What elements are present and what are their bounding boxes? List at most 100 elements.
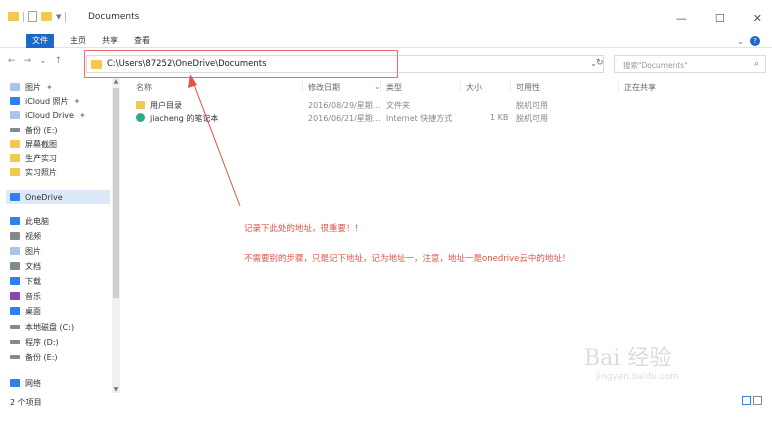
nav-item-music[interactable]: 音乐 [10, 289, 41, 303]
large-icons-view-icon[interactable] [753, 396, 762, 405]
maximize-button[interactable]: ☐ [715, 12, 725, 25]
nav-item-screenshots[interactable]: 屏幕截图 [10, 137, 57, 151]
icloud-drive-icon [10, 111, 20, 119]
computer-icon [10, 217, 20, 225]
nav-item-programs-d[interactable]: 程序 (D:) [10, 335, 59, 349]
file-name[interactable]: 用户目录 [150, 100, 182, 111]
help-icon[interactable]: ? [750, 36, 760, 46]
drive-icon [10, 340, 20, 344]
up-icon[interactable]: ↑ [55, 56, 63, 66]
status-bar: 2 个项目 [0, 395, 772, 409]
column-size[interactable]: 大小 [466, 82, 482, 93]
recent-locations-icon[interactable]: ⌄ [39, 56, 47, 66]
nav-item-local-disk-c[interactable]: 本地磁盘 (C:) [10, 320, 74, 334]
divider [510, 80, 511, 92]
folder-icon [10, 154, 20, 162]
close-button[interactable]: ✕ [753, 12, 762, 25]
view-buttons [742, 396, 762, 405]
forward-icon[interactable]: → [24, 56, 32, 66]
column-date-modified[interactable]: 修改日期 [308, 82, 340, 93]
scroll-down-icon[interactable]: ▼ [112, 386, 120, 393]
network-icon [10, 379, 20, 387]
file-size: 1 KB [490, 113, 509, 122]
nav-item-backup-e[interactable]: 备份 (E:) [10, 123, 58, 137]
ribbon-controls: ⌄ ? [737, 36, 760, 46]
document-icon [10, 262, 20, 270]
nav-item-internship[interactable]: 生产实习 [10, 151, 57, 165]
desktop-icon [10, 307, 20, 315]
picture-icon [10, 83, 20, 91]
file-row[interactable]: jiacheng 的笔记本 2016/06/21/星期... Internet … [124, 111, 744, 124]
annotation-line-2: 不需要别的步骤，只是记下地址，记为地址一，注意，地址一是onedrive云中的地… [244, 254, 571, 264]
nav-item-videos[interactable]: 视频 [10, 229, 41, 243]
annotation-line-1: 记录下此处的地址，很重要！！ [244, 224, 364, 234]
ribbon: 文件 主页 共享 查看 ⌄ ? [0, 32, 772, 48]
watermark: Bai 经验 jingyan.baidu.com [584, 340, 679, 382]
file-type: Internet 快捷方式 [386, 114, 453, 123]
pin-icon: ✦ [73, 96, 81, 106]
column-availability[interactable]: 可用性 [516, 82, 540, 93]
pin-icon: ✦ [78, 110, 86, 120]
nav-item-onedrive[interactable]: OneDrive [6, 190, 110, 204]
file-name[interactable]: jiacheng 的笔记本 [150, 113, 218, 124]
nav-item-downloads[interactable]: 下载 [10, 274, 41, 288]
scrollbar-thumb[interactable] [113, 88, 119, 298]
nav-item-pictures[interactable]: 图片 [10, 244, 41, 258]
column-sharing[interactable]: 正在共享 [624, 82, 656, 93]
drive-icon [10, 355, 20, 359]
column-headers: 名称 修改日期 ⌄ 类型 大小 可用性 正在共享 [124, 80, 766, 94]
nav-item-documents[interactable]: 文档 [10, 259, 41, 273]
scroll-up-icon[interactable]: ▲ [112, 78, 120, 85]
nav-item-desktop[interactable]: 桌面 [10, 304, 41, 318]
folder-icon [10, 168, 20, 176]
music-icon [10, 292, 20, 300]
nav-item-icloud-photos[interactable]: iCloud 照片 ✦ [10, 94, 80, 108]
folder-icon [136, 101, 145, 109]
window-title: Documents [88, 12, 140, 22]
tab-share[interactable]: 共享 [96, 34, 124, 48]
onedrive-icon [10, 193, 20, 201]
icloud-photos-icon [10, 97, 20, 105]
column-type[interactable]: 类型 [386, 82, 402, 93]
tab-view[interactable]: 查看 [128, 34, 156, 48]
nav-item-this-pc[interactable]: 此电脑 [10, 214, 49, 228]
file-availability: 脱机可用 [516, 114, 548, 123]
picture-icon [10, 247, 20, 255]
minimize-button[interactable]: — [676, 12, 687, 25]
drive-icon [10, 128, 20, 132]
expand-ribbon-icon[interactable]: ⌄ [737, 37, 744, 46]
divider [23, 11, 24, 22]
nav-item-pictures-pinned[interactable]: 图片 ✦ [10, 80, 53, 94]
navigation-pane: 图片 ✦ iCloud 照片 ✦ iCloud Drive ✦ 备份 (E:) … [0, 78, 118, 393]
column-name[interactable]: 名称 [136, 82, 152, 93]
search-placeholder: 搜索"Documents" [623, 61, 688, 70]
folder-icon [10, 140, 20, 148]
divider [460, 80, 461, 92]
details-view-icon[interactable] [742, 396, 751, 405]
navigation-buttons: ← → ⌄ ↑ [8, 56, 62, 66]
properties-icon[interactable] [28, 11, 37, 22]
file-date: 2016/08/29/星期... [308, 101, 381, 110]
nav-item-icloud-drive[interactable]: iCloud Drive ✦ [10, 108, 86, 122]
folder-icon [8, 12, 19, 21]
annotation-highlight-box [84, 50, 398, 78]
divider [380, 80, 381, 92]
video-icon [10, 232, 20, 240]
file-row[interactable]: 用户目录 2016/08/29/星期... 文件夹 脱机可用 [124, 98, 744, 111]
chevron-down-icon[interactable]: ▼ [56, 13, 61, 21]
title-bar: ▼ Documents — ☐ ✕ [0, 0, 772, 32]
tab-home[interactable]: 主页 [64, 34, 92, 48]
refresh-icon[interactable]: ↻ [596, 58, 604, 68]
search-input[interactable]: 搜索"Documents" ⌕ [614, 55, 766, 73]
tab-file[interactable]: 文件 [26, 34, 54, 48]
divider [302, 80, 303, 92]
new-folder-icon[interactable] [41, 12, 52, 21]
nav-item-backup-e-pc[interactable]: 备份 (E:) [10, 350, 58, 364]
nav-item-network[interactable]: 网络 [10, 376, 41, 390]
search-icon[interactable]: ⌕ [754, 59, 759, 69]
divider [65, 11, 67, 22]
back-icon[interactable]: ← [8, 56, 16, 66]
onenote-icon [136, 113, 145, 122]
nav-item-internship-photos[interactable]: 实习照片 [10, 165, 57, 179]
nav-pane-scrollbar[interactable]: ▲ ▼ [112, 78, 120, 393]
